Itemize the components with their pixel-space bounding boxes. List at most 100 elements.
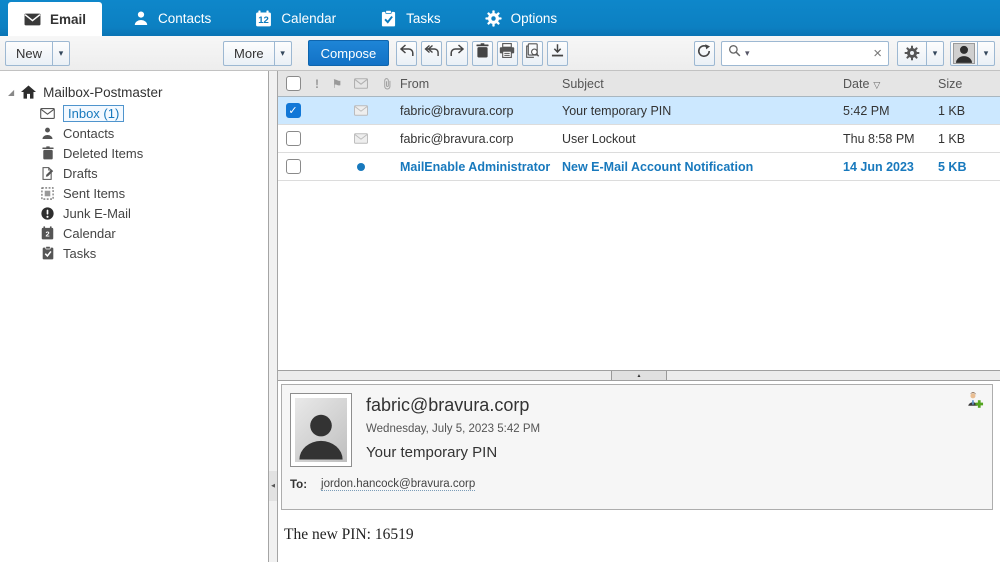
compose-button-label: Compose xyxy=(320,45,377,61)
sidebar-item-drafts-label: Drafts xyxy=(63,165,98,181)
row1-subject: Your temporary PIN xyxy=(562,103,672,118)
print-button[interactable] xyxy=(496,40,518,66)
view-source-button[interactable] xyxy=(521,40,543,66)
preview-collapse-handle[interactable]: ▲ xyxy=(611,371,667,380)
size-column-header[interactable]: Size xyxy=(938,77,1000,91)
row2-from: fabric@bravura.corp xyxy=(400,131,514,146)
email-tab-envelope-icon xyxy=(24,11,41,28)
read-envelope-icon xyxy=(348,105,374,116)
mailbox-root[interactable]: ◢ Mailbox-Postmaster xyxy=(0,81,268,103)
reply-all-icon xyxy=(424,44,440,62)
account-button[interactable]: ▾ xyxy=(950,40,996,66)
download-icon xyxy=(551,43,564,63)
message-row-1[interactable]: ✓ fabric@bravura.corp Your temporary PIN… xyxy=(278,97,1000,125)
sidebar-item-deleted-items[interactable]: Deleted Items xyxy=(0,143,268,163)
read-envelope-icon xyxy=(348,133,374,144)
search-icon xyxy=(728,44,741,62)
recipient-link[interactable]: jordon.hancock@bravura.corp xyxy=(321,478,476,491)
message-list-header: ! ⚑ From Subject Date ▽ Size xyxy=(278,71,1000,97)
flag-column-icon[interactable]: ⚑ xyxy=(326,77,348,91)
sidebar-collapse-handle[interactable]: ◀ xyxy=(269,471,277,501)
search-scope-caret-icon[interactable]: ▾ xyxy=(745,48,750,59)
row3-subject: New E-Mail Account Notification xyxy=(562,159,754,174)
sidebar-item-contacts[interactable]: Contacts xyxy=(0,123,268,143)
message-list-empty-area xyxy=(278,181,1000,370)
printer-icon xyxy=(499,43,515,63)
sidebar-item-tasks-label: Tasks xyxy=(63,245,97,261)
sidebar-item-tasks[interactable]: Tasks xyxy=(0,243,268,263)
reply-button[interactable] xyxy=(396,40,418,66)
message-row-2[interactable]: fabric@bravura.corp User Lockout Thu 8:5… xyxy=(278,125,1000,153)
calendar-icon-day: 12 xyxy=(259,15,270,26)
row1-date: 5:42 PM xyxy=(843,103,890,118)
reply-all-button[interactable] xyxy=(421,40,443,66)
message-body: The new PIN: 16519 xyxy=(284,526,414,543)
tab-calendar-label: Calendar xyxy=(281,10,337,26)
more-caret-icon[interactable]: ▾ xyxy=(273,41,291,65)
collapse-left-icon: ◀ xyxy=(271,483,275,489)
preview-splitter[interactable]: ▲ xyxy=(278,370,1000,381)
message-header-card: fabric@bravura.corp Wednesday, July 5, 2… xyxy=(281,384,993,510)
subject-column-header[interactable]: Subject xyxy=(562,77,843,91)
to-label: To: xyxy=(290,478,308,491)
select-all-checkbox[interactable] xyxy=(285,76,301,91)
sidebar-splitter[interactable]: ◀ xyxy=(268,71,278,562)
tab-calendar[interactable]: 12 Calendar xyxy=(241,0,350,36)
search-clear-icon[interactable]: × xyxy=(873,46,882,61)
calendar-icon: 2 xyxy=(40,226,55,241)
forward-button[interactable] xyxy=(446,40,468,66)
tab-options-label: Options xyxy=(510,10,558,26)
row2-checkbox[interactable] xyxy=(285,131,301,146)
row3-checkbox[interactable] xyxy=(285,159,301,174)
forward-icon xyxy=(449,44,465,62)
sidebar-item-inbox[interactable]: Inbox (1) xyxy=(0,103,268,123)
calendar-icon: 12 xyxy=(255,10,272,27)
sidebar-item-drafts[interactable]: Drafts xyxy=(0,163,268,183)
tab-options[interactable]: Options xyxy=(471,0,572,36)
row3-date: 14 Jun 2023 xyxy=(843,159,914,174)
main-area: ◢ Mailbox-Postmaster Inbox (1) Contacts xyxy=(0,71,1000,562)
add-contact-button[interactable] xyxy=(964,391,984,414)
date-column-header[interactable]: Date ▽ xyxy=(843,77,938,91)
row1-checkbox[interactable]: ✓ xyxy=(285,103,301,118)
search-input[interactable] xyxy=(753,46,870,60)
read-status-column-icon[interactable] xyxy=(348,78,374,89)
message-row-3[interactable]: MailEnable Administrator New E-Mail Acco… xyxy=(278,153,1000,181)
sort-descending-icon: ▽ xyxy=(873,79,881,90)
tab-tasks-label: Tasks xyxy=(406,10,441,26)
toolbar: New ▾ More ▾ Compose ▾ × ▾ ▾ xyxy=(0,36,1000,71)
compose-button[interactable]: Compose xyxy=(307,40,390,66)
sidebar-item-sent-items-label: Sent Items xyxy=(63,185,126,201)
sidebar-item-deleted-items-label: Deleted Items xyxy=(63,145,144,161)
sidebar-item-sent-items[interactable]: Sent Items xyxy=(0,183,268,203)
new-caret-icon[interactable]: ▾ xyxy=(52,41,69,65)
gear-icon xyxy=(898,42,926,65)
inbox-envelope-icon xyxy=(40,106,55,121)
search-box[interactable]: ▾ × xyxy=(721,40,890,66)
settings-caret-icon[interactable]: ▾ xyxy=(926,41,943,65)
tab-email[interactable]: Email xyxy=(8,2,103,36)
importance-column-icon[interactable]: ! xyxy=(308,77,326,91)
sidebar-item-calendar-label: Calendar xyxy=(63,225,116,241)
account-caret-icon[interactable]: ▾ xyxy=(977,41,994,65)
delete-button[interactable] xyxy=(471,40,493,66)
contacts-person-icon xyxy=(132,10,149,27)
more-button[interactable]: More ▾ xyxy=(223,40,292,66)
tab-contacts-label: Contacts xyxy=(158,10,212,26)
refresh-button[interactable] xyxy=(693,40,716,66)
new-button[interactable]: New ▾ xyxy=(5,40,71,66)
attachment-column-icon[interactable] xyxy=(374,77,400,91)
view-source-icon xyxy=(525,43,540,63)
sidebar-calendar-day: 2 xyxy=(45,230,49,239)
sidebar-item-junk[interactable]: Junk E-Mail xyxy=(0,203,268,223)
download-button[interactable] xyxy=(546,40,568,66)
sidebar-item-calendar[interactable]: 2 Calendar xyxy=(0,223,268,243)
from-column-header[interactable]: From xyxy=(400,77,562,91)
tab-tasks[interactable]: Tasks xyxy=(366,0,455,36)
sidebar-item-junk-label: Junk E-Mail xyxy=(63,205,131,221)
tab-contacts[interactable]: Contacts xyxy=(118,0,225,36)
sender-avatar xyxy=(290,393,352,467)
tree-expander-icon[interactable]: ◢ xyxy=(8,88,14,97)
row2-subject: User Lockout xyxy=(562,131,636,146)
settings-button[interactable]: ▾ xyxy=(897,40,945,66)
